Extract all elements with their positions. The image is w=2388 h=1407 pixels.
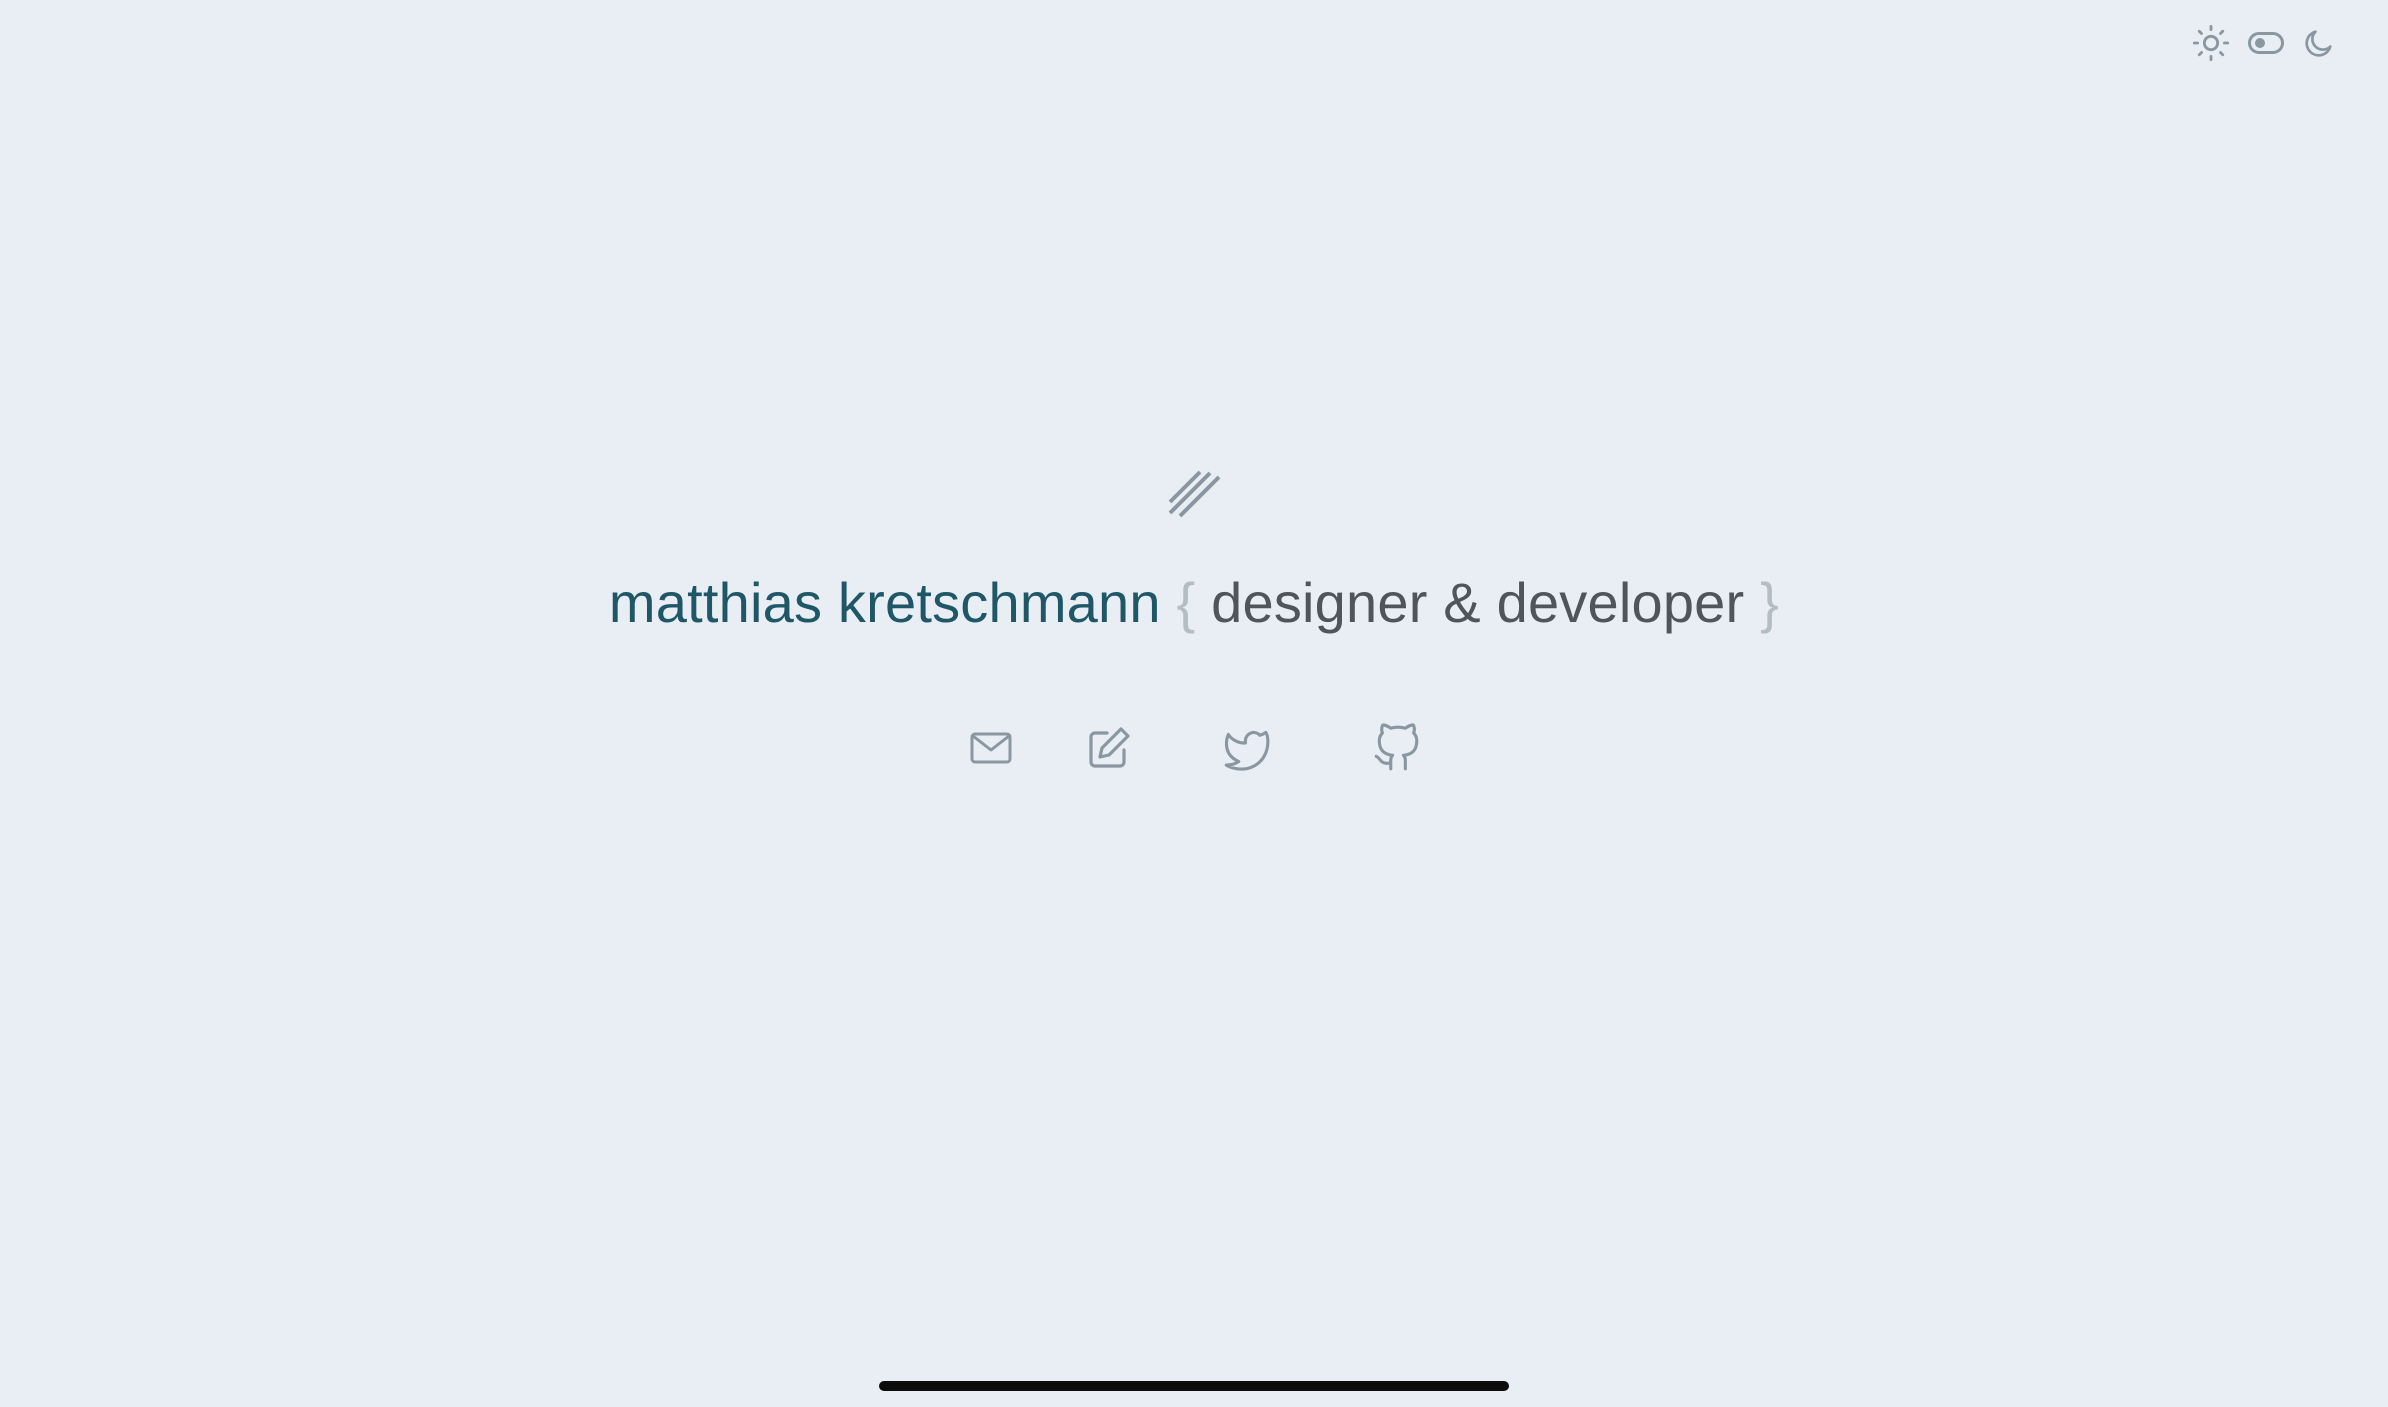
theme-switch: [2192, 24, 2336, 62]
author-role: designer & developer: [1211, 571, 1745, 634]
page: matthias kretschmann { designer & develo…: [0, 0, 2388, 1407]
moon-icon[interactable]: [2302, 26, 2336, 60]
toggle-knob: [2255, 38, 2265, 48]
theme-toggle-switch[interactable]: [2248, 32, 2284, 54]
author-name: matthias kretschmann: [608, 571, 1161, 634]
hero: matthias kretschmann { designer & develo…: [0, 468, 2388, 774]
twitter-icon[interactable]: [1219, 722, 1271, 774]
page-title: matthias kretschmann { designer & develo…: [609, 572, 1779, 634]
sun-icon[interactable]: [2192, 24, 2230, 62]
brace-open: {: [1176, 571, 1196, 634]
home-indicator[interactable]: [879, 1381, 1509, 1391]
edit-icon[interactable]: [1083, 722, 1135, 774]
github-icon[interactable]: [1371, 722, 1423, 774]
social-links: [965, 722, 1423, 774]
mail-icon[interactable]: [965, 722, 1017, 774]
brace-close: }: [1760, 571, 1780, 634]
slashes-logo-icon: [1164, 468, 1224, 528]
